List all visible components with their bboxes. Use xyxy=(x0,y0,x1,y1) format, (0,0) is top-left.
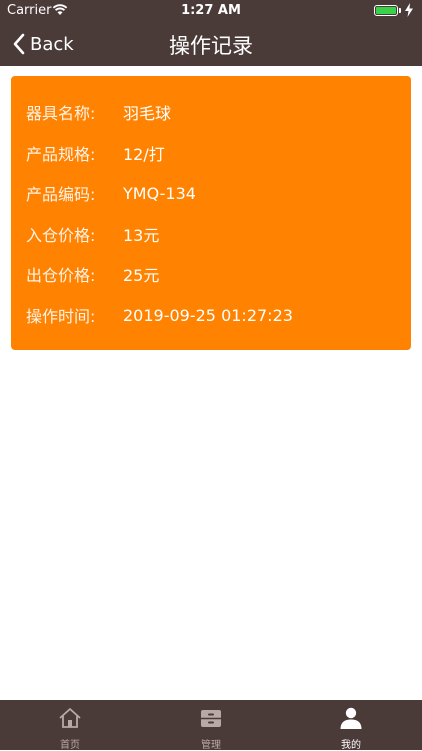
cabinet-icon xyxy=(201,710,221,727)
record-row: 器具名称: 羽毛球 xyxy=(26,100,171,124)
record-row: 操作时间: 2019-09-25 01:27:23 xyxy=(26,303,293,327)
page-title: 操作记录 xyxy=(169,34,253,58)
record-value: YMQ-134 xyxy=(123,183,196,203)
record-label: 器具名称: xyxy=(26,104,96,123)
battery-icon xyxy=(374,5,398,16)
status-time: 1:27 AM xyxy=(181,3,241,18)
record-row: 产品编码: YMQ-134 xyxy=(26,181,196,205)
record-label: 入仓价格: xyxy=(26,226,96,245)
tab-mine[interactable]: 我的 xyxy=(301,700,401,751)
record-value: 13元 xyxy=(123,226,160,245)
home-icon xyxy=(59,708,81,728)
top-bar: Carrier 1:27 AM Back 操作记录 xyxy=(0,0,422,66)
tab-bar: 首页 管理 我的 xyxy=(0,700,422,751)
tab-home[interactable]: 首页 xyxy=(20,700,120,751)
tab-label: 我的 xyxy=(341,740,361,751)
charging-icon xyxy=(405,3,413,17)
record-row: 产品规格: 12/打 xyxy=(26,141,165,165)
record-label: 产品规格: xyxy=(26,145,96,164)
user-icon xyxy=(340,707,362,729)
record-value: 25元 xyxy=(123,266,160,285)
record-row: 入仓价格: 13元 xyxy=(26,222,159,246)
record-label: 出仓价格: xyxy=(26,266,96,285)
navigation-bar: Back 操作记录 xyxy=(0,22,422,66)
record-value: 2019-09-25 01:27:23 xyxy=(123,305,293,325)
record-value: 羽毛球 xyxy=(123,104,172,123)
battery-cap xyxy=(399,8,401,13)
record-label: 产品编码: xyxy=(26,185,96,204)
tab-label: 管理 xyxy=(201,740,221,751)
record-row: 出仓价格: 25元 xyxy=(26,262,159,286)
tab-label: 首页 xyxy=(60,740,80,751)
record-value: 12/打 xyxy=(123,145,165,164)
tab-manage[interactable]: 管理 xyxy=(161,700,261,751)
record-label: 操作时间: xyxy=(26,307,96,326)
record-card: 器具名称: 羽毛球 产品规格: 12/打 产品编码: YMQ-134 入仓价格:… xyxy=(11,76,411,350)
status-bar: Carrier 1:27 AM xyxy=(0,0,422,22)
